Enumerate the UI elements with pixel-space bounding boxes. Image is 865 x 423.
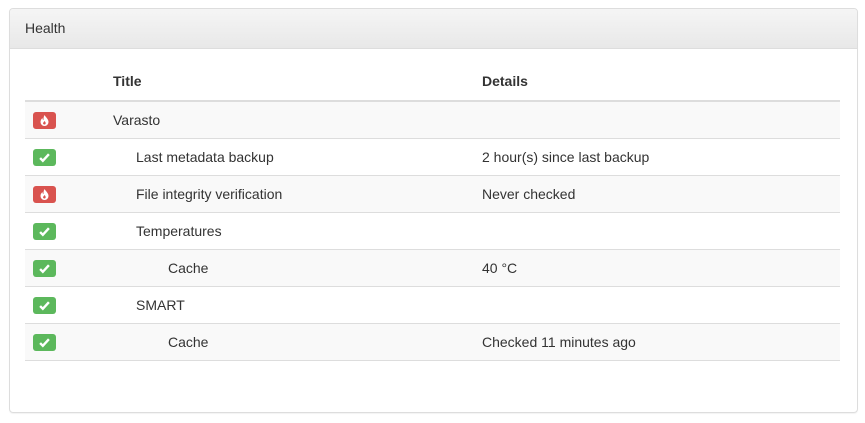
details-cell: Checked 11 minutes ago <box>482 323 840 361</box>
status-cell <box>25 138 113 176</box>
details-cell: 40 °C <box>482 249 840 287</box>
title-cell: SMART <box>113 286 482 324</box>
details-cell <box>482 212 840 250</box>
status-badge <box>33 148 56 166</box>
table-row: Cache Checked 11 minutes ago <box>25 323 840 361</box>
title-cell: Varasto <box>113 101 482 139</box>
health-table: Title Details Varasto Last metadata back… <box>25 62 840 361</box>
status-cell <box>25 286 113 324</box>
details-column-header: Details <box>482 62 840 102</box>
title-cell: Last metadata backup <box>113 138 482 176</box>
title-column-header: Title <box>113 62 482 102</box>
details-cell <box>482 101 840 139</box>
status-cell <box>25 323 113 361</box>
title-cell: Cache <box>113 323 482 361</box>
status-badge <box>33 259 56 277</box>
status-cell <box>25 212 113 250</box>
details-cell: 2 hour(s) since last backup <box>482 138 840 176</box>
table-row: Varasto <box>25 101 840 139</box>
status-badge <box>33 296 56 314</box>
status-badge <box>33 333 56 351</box>
title-cell: File integrity verification <box>113 175 482 213</box>
table-row: SMART <box>25 286 840 324</box>
status-cell <box>25 175 113 213</box>
table-row: Cache 40 °C <box>25 249 840 287</box>
title-cell: Temperatures <box>113 212 482 250</box>
table-row: Last metadata backup 2 hour(s) since las… <box>25 138 840 176</box>
title-cell: Cache <box>113 249 482 287</box>
table-header: Title Details <box>25 62 840 102</box>
details-cell <box>482 286 840 324</box>
status-cell <box>25 101 113 139</box>
table-row: File integrity verification Never checke… <box>25 175 840 213</box>
status-badge <box>33 222 56 240</box>
details-cell: Never checked <box>482 175 840 213</box>
status-cell <box>25 249 113 287</box>
status-badge <box>33 111 56 129</box>
status-badge <box>33 185 56 203</box>
status-column-header <box>25 62 113 102</box>
panel-heading: Health <box>10 9 857 49</box>
table-row: Temperatures <box>25 212 840 250</box>
health-panel: Health Title Details Varasto Last metada… <box>9 8 858 413</box>
